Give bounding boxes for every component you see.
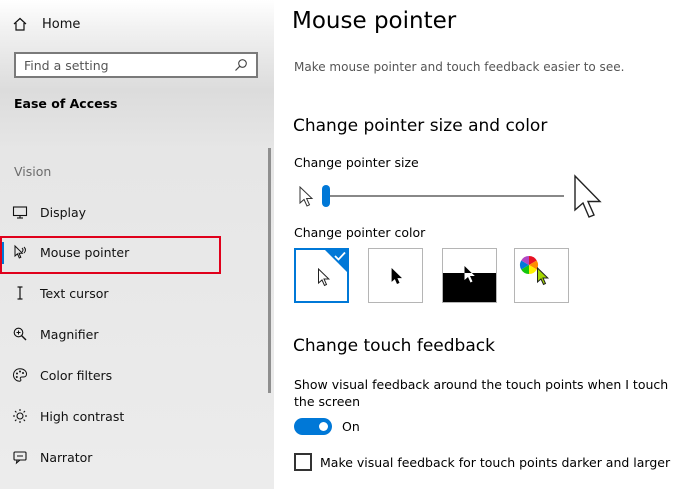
home-label: Home xyxy=(42,16,81,32)
magnifier-icon xyxy=(13,327,27,341)
pointer-color-white[interactable] xyxy=(294,248,349,303)
touch-section-heading: Change touch feedback xyxy=(293,336,495,356)
text-cursor-icon xyxy=(17,286,23,300)
sidebar-item-label: Magnifier xyxy=(40,326,99,342)
page-title: Mouse pointer xyxy=(292,8,457,34)
pointer-color-label: Change pointer color xyxy=(294,225,426,240)
main-content: Mouse pointer Make mouse pointer and tou… xyxy=(274,0,700,489)
pointer-size-slider-thumb[interactable] xyxy=(322,185,330,207)
sidebar-item-display[interactable]: Display xyxy=(0,195,270,229)
group-label-vision: Vision xyxy=(14,164,52,179)
search-icon[interactable] xyxy=(234,58,248,72)
color-filters-icon xyxy=(12,368,28,382)
sidebar-item-high-contrast[interactable]: High contrast xyxy=(0,399,270,433)
page-subtitle: Make mouse pointer and touch feedback ea… xyxy=(294,60,625,74)
search-box[interactable] xyxy=(14,52,258,78)
white-cursor-icon xyxy=(318,268,331,287)
sidebar-item-label: Color filters xyxy=(40,367,113,383)
touch-feedback-toggle[interactable] xyxy=(294,418,332,435)
darker-feedback-label[interactable]: Make visual feedback for touch points da… xyxy=(320,455,670,470)
home-icon xyxy=(13,17,27,31)
sidebar-item-color-filters[interactable]: Color filters xyxy=(0,358,270,392)
inverted-cursor-icon xyxy=(464,266,475,283)
sidebar: Home Ease of Access Vision Display Mouse… xyxy=(0,0,274,489)
sidebar-item-mouse-pointer[interactable]: Mouse pointer xyxy=(0,235,270,274)
high-contrast-icon xyxy=(13,409,27,423)
sidebar-item-narrator[interactable]: Narrator xyxy=(0,440,270,474)
pointer-size-slider-track[interactable] xyxy=(324,195,564,197)
sidebar-item-label: Text cursor xyxy=(40,285,109,301)
toggle-knob xyxy=(319,422,328,431)
custom-cursor-icon xyxy=(537,267,550,286)
pointer-size-label: Change pointer size xyxy=(294,155,419,170)
pointer-color-inverted[interactable] xyxy=(442,248,497,303)
touch-feedback-label: Show visual feedback around the touch po… xyxy=(294,377,669,409)
mouse-pointer-icon xyxy=(14,244,26,259)
section-title: Ease of Access xyxy=(14,96,118,111)
checkmark-icon xyxy=(334,251,346,261)
black-cursor-icon xyxy=(391,268,402,285)
pointer-color-black[interactable] xyxy=(368,248,423,303)
sidebar-item-label: Display xyxy=(40,204,87,220)
sidebar-item-label: High contrast xyxy=(40,408,125,424)
sidebar-item-label: Mouse pointer xyxy=(40,244,130,260)
pointer-color-custom[interactable] xyxy=(514,248,569,303)
sidebar-item-label: Narrator xyxy=(40,449,93,465)
darker-feedback-checkbox[interactable] xyxy=(294,453,312,471)
sidebar-item-magnifier[interactable]: Magnifier xyxy=(0,317,270,351)
small-pointer-icon xyxy=(299,186,314,207)
narrator-icon xyxy=(13,451,27,465)
toggle-state-text: On xyxy=(342,419,360,434)
display-icon xyxy=(12,206,28,219)
sidebar-item-text-cursor[interactable]: Text cursor xyxy=(0,276,270,310)
large-pointer-icon xyxy=(574,174,602,218)
home-link[interactable]: Home xyxy=(12,12,80,36)
sidebar-scrollbar[interactable] xyxy=(268,148,271,393)
search-input[interactable] xyxy=(24,57,224,73)
pointer-section-heading: Change pointer size and color xyxy=(293,116,548,136)
